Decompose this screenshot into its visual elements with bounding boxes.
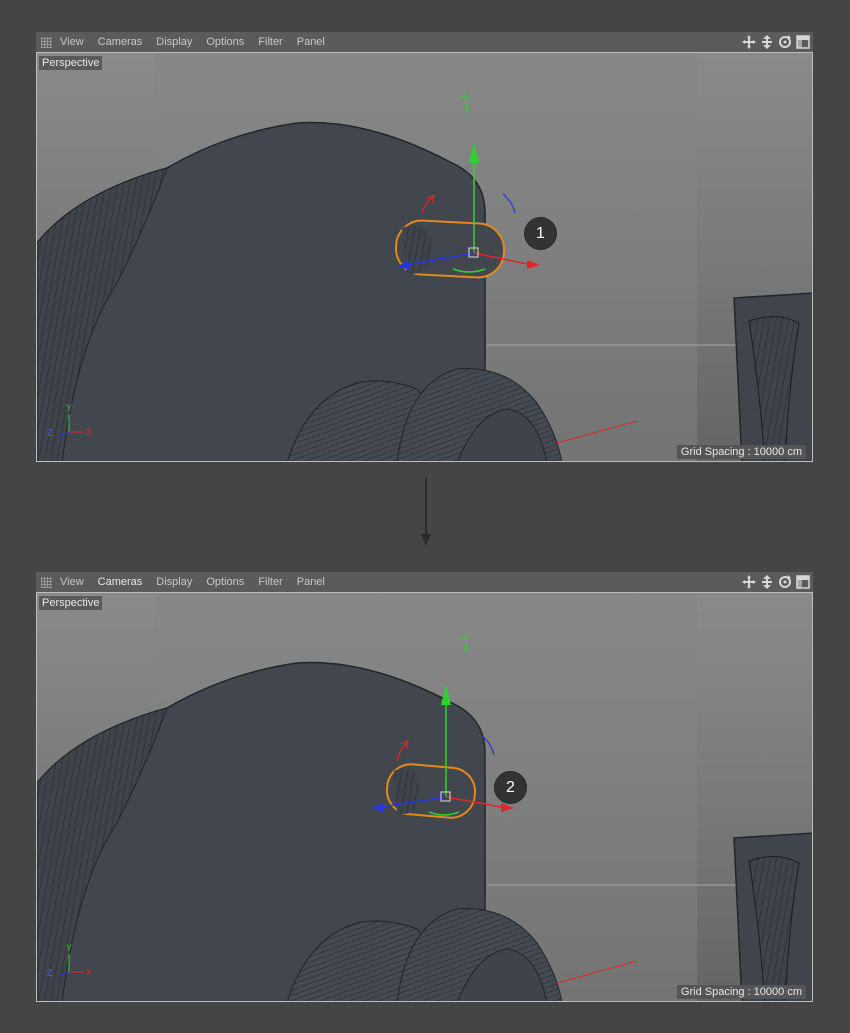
menu-panel[interactable]: Panel <box>297 36 325 48</box>
viewport-menubar: View Cameras Display Options Filter Pane… <box>36 572 813 593</box>
viewport-menubar: View Cameras Display Options Filter Pane… <box>36 32 813 53</box>
viewport-scene: Y X Z <box>37 593 812 1001</box>
rotate-view-icon[interactable] <box>777 574 793 590</box>
menu-filter[interactable]: Filter <box>258 576 282 588</box>
toggle-panel-icon[interactable] <box>795 574 811 590</box>
viewport-panel-top: View Cameras Display Options Filter Pane… <box>36 32 813 462</box>
rotate-view-icon[interactable] <box>777 34 793 50</box>
menu-view[interactable]: View <box>60 36 84 48</box>
panel-grip-icon[interactable] <box>41 576 52 588</box>
move-view-icon[interactable] <box>741 574 757 590</box>
menu-cameras[interactable]: Cameras <box>98 36 143 48</box>
perspective-viewport[interactable]: Y X Z Perspective Grid Spacing : 10000 c… <box>36 52 813 462</box>
step-badge: 1 <box>524 217 557 250</box>
camera-label[interactable]: Perspective <box>39 56 103 70</box>
menu-display[interactable]: Display <box>156 576 192 588</box>
grid-spacing-label: Grid Spacing : 10000 cm <box>676 445 806 459</box>
panel-grip-icon[interactable] <box>41 36 52 48</box>
move-view-icon[interactable] <box>741 34 757 50</box>
axis-x-label: X <box>86 427 92 437</box>
menu-panel[interactable]: Panel <box>297 576 325 588</box>
perspective-viewport[interactable]: Y X Z Perspective Grid Spacing : 10000 c… <box>36 592 813 1002</box>
step-badge: 2 <box>494 771 527 804</box>
viewport-panel-bottom: View Cameras Display Options Filter Pane… <box>36 572 813 1002</box>
axis-z-label: Z <box>47 428 53 438</box>
pan-view-icon[interactable] <box>759 574 775 590</box>
menu-view[interactable]: View <box>60 576 84 588</box>
menu-filter[interactable]: Filter <box>258 36 282 48</box>
menu-options[interactable]: Options <box>206 576 244 588</box>
axis-y-label: Y <box>66 943 72 953</box>
viewport-scene: Y X Z <box>37 53 812 461</box>
pan-view-icon[interactable] <box>759 34 775 50</box>
menu-cameras[interactable]: Cameras <box>98 576 143 588</box>
viewport-nav-icons <box>741 573 811 591</box>
camera-label[interactable]: Perspective <box>39 596 103 610</box>
menu-options[interactable]: Options <box>206 36 244 48</box>
axis-z-label: Z <box>47 968 53 978</box>
grid-spacing-label: Grid Spacing : 10000 cm <box>676 985 806 999</box>
viewport-nav-icons <box>741 33 811 51</box>
toggle-panel-icon[interactable] <box>795 34 811 50</box>
menu-display[interactable]: Display <box>156 36 192 48</box>
axis-x-label: X <box>86 967 92 977</box>
axis-y-label: Y <box>66 403 72 413</box>
arrow-down-icon <box>421 478 431 546</box>
